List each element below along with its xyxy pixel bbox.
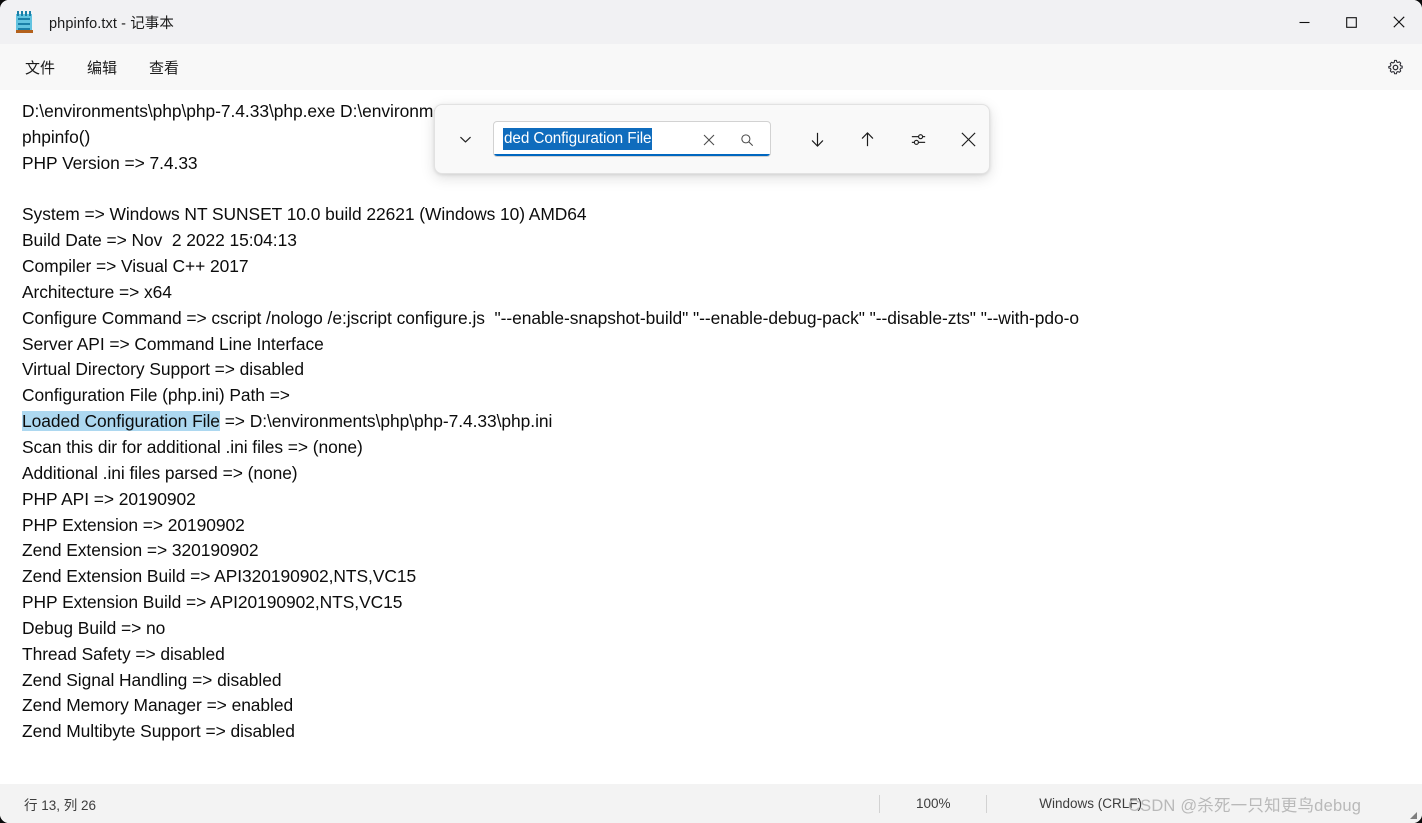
editor-line: Zend Signal Handling => disabled [22,668,1422,694]
status-divider [986,795,987,813]
close-icon [960,131,977,148]
find-input-wrapper[interactable]: ded Configuration File [493,121,771,157]
close-small-icon [703,134,715,146]
find-close-button[interactable] [948,121,988,157]
notepad-window: phpinfo.txt - 记事本 文件 编辑 查看 [0,0,1422,823]
editor-line: Architecture => x64 [22,280,1422,306]
editor-line: Server API => Command Line Interface [22,332,1422,358]
search-submit-button[interactable] [734,127,760,153]
editor-line: Virtual Directory Support => disabled [22,357,1422,383]
clear-search-button[interactable] [696,127,722,153]
editor-line: Build Date => Nov 2 2022 15:04:13 [22,228,1422,254]
title-bar: phpinfo.txt - 记事本 [0,0,1422,44]
minimize-icon [1299,17,1310,28]
gear-icon [1387,59,1404,76]
editor-line: Zend Extension => 320190902 [22,538,1422,564]
status-bar: 行 13, 列 26 100% Windows (CRLF) [0,784,1422,823]
menu-bar: 文件 编辑 查看 [0,44,1422,90]
search-match-highlight: Loaded Configuration File [22,411,220,431]
editor-line: Scan this dir for additional .ini files … [22,435,1422,461]
close-button[interactable] [1375,0,1422,44]
editor-line: Zend Multibyte Support => disabled [22,719,1422,745]
window-title: phpinfo.txt - 记事本 [49,12,174,33]
editor-line: Debug Build => no [22,616,1422,642]
close-icon [1393,16,1405,28]
editor-line: Thread Safety => disabled [22,642,1422,668]
chevron-down-icon [458,132,473,147]
editor-line [22,177,1422,203]
editor-line: Zend Extension Build => API320190902,NTS… [22,564,1422,590]
text-editor[interactable]: D:\environments\php\php-7.4.33\php.exe D… [0,90,1422,784]
editor-line: Compiler => Visual C++ 2017 [22,254,1422,280]
menu-edit[interactable]: 编辑 [77,52,127,83]
menu-view[interactable]: 查看 [139,52,189,83]
editor-line: PHP Extension => 20190902 [22,513,1422,539]
maximize-button[interactable] [1328,0,1375,44]
sliders-icon [909,130,928,149]
maximize-icon [1346,17,1357,28]
line-ending[interactable]: Windows (CRLF) [1039,796,1142,811]
editor-line: PHP Extension Build => API20190902,NTS,V… [22,590,1422,616]
minimize-button[interactable] [1281,0,1328,44]
search-icon [740,133,754,147]
notepad-icon [11,9,37,35]
find-options-button[interactable] [898,121,938,157]
editor-line: PHP API => 20190902 [22,487,1422,513]
find-next-button[interactable] [797,121,837,157]
editor-line: Configure Command => cscript /nologo /e:… [22,306,1422,332]
find-input[interactable]: ded Configuration File [503,128,652,150]
find-previous-button[interactable] [847,121,887,157]
arrow-up-icon [858,130,877,149]
menu-file[interactable]: 文件 [15,52,65,83]
arrow-down-icon [808,130,827,149]
zoom-level[interactable]: 100% [880,796,986,811]
resize-grip-icon[interactable] [1404,806,1418,820]
find-expand-button[interactable] [445,122,485,156]
window-controls [1281,0,1422,44]
find-bar: ded Configuration File [434,104,990,174]
editor-line: Loaded Configuration File => D:\environm… [22,409,1422,435]
settings-button[interactable] [1380,52,1410,82]
cursor-position[interactable]: 行 13, 列 26 [24,794,96,814]
editor-line: System => Windows NT SUNSET 10.0 build 2… [22,202,1422,228]
editor-line: Additional .ini files parsed => (none) [22,461,1422,487]
editor-line: Configuration File (php.ini) Path => [22,383,1422,409]
editor-line: Zend Memory Manager => enabled [22,693,1422,719]
